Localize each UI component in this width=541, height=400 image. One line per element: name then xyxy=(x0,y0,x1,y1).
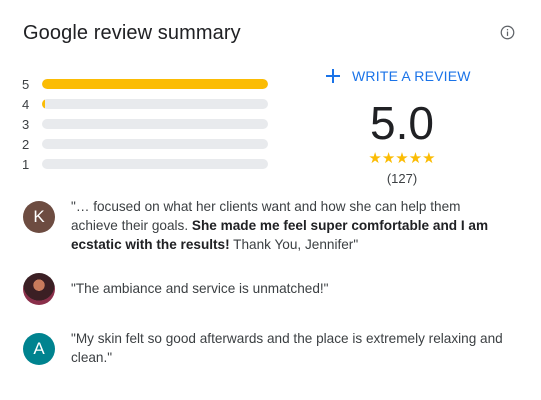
average-rating: 5.0 xyxy=(370,97,434,149)
review-text-part: "My skin felt so good afterwards and the… xyxy=(71,331,503,365)
rating-row-4: 4 xyxy=(22,94,272,114)
rating-row-3: 3 xyxy=(22,114,272,134)
review-text: "… focused on what her clients want and … xyxy=(71,197,511,254)
rating-bar-track xyxy=(42,99,268,109)
rating-row-label: 3 xyxy=(22,116,30,132)
write-review-label: WRITE A REVIEW xyxy=(352,68,471,84)
review-text: "The ambiance and service is unmatched!" xyxy=(71,279,511,298)
rating-row-label: 2 xyxy=(22,136,30,152)
rating-row-2: 2 xyxy=(22,134,272,154)
plus-icon xyxy=(326,69,340,83)
review-summary-card: Google review summary 5 4 3 2 1 WRITE A … xyxy=(0,0,541,400)
review-text-part: Thank You, Jennifer" xyxy=(229,237,359,252)
avatar: K xyxy=(23,201,55,233)
review-item: A "My skin felt so good afterwards and t… xyxy=(23,329,511,367)
rating-bar-track xyxy=(42,159,268,169)
rating-row-label: 4 xyxy=(22,96,30,112)
card-title: Google review summary xyxy=(23,22,241,44)
rating-bar-fill xyxy=(42,79,268,89)
rating-bar-track xyxy=(42,119,268,129)
rating-row-1: 1 xyxy=(22,154,272,174)
avatar: A xyxy=(23,333,55,365)
rating-row-label: 1 xyxy=(22,156,30,172)
review-count: (127) xyxy=(386,171,418,186)
avatar xyxy=(23,273,55,305)
star-rating-icons: ★★★★★ xyxy=(368,150,436,167)
review-item: "The ambiance and service is unmatched!" xyxy=(23,273,511,305)
write-review-button[interactable]: WRITE A REVIEW xyxy=(326,68,471,84)
info-icon[interactable] xyxy=(500,25,515,40)
rating-bar-track xyxy=(42,79,268,89)
review-text-part: "The ambiance and service is unmatched!" xyxy=(71,281,329,296)
rating-row-label: 5 xyxy=(22,76,30,92)
review-item: K "… focused on what her clients want an… xyxy=(23,197,511,254)
rating-row-5: 5 xyxy=(22,74,272,94)
rating-bar-track xyxy=(42,139,268,149)
rating-distribution: 5 4 3 2 1 xyxy=(22,74,272,174)
review-text: "My skin felt so good afterwards and the… xyxy=(71,329,511,367)
rating-bar-fill xyxy=(42,99,46,109)
